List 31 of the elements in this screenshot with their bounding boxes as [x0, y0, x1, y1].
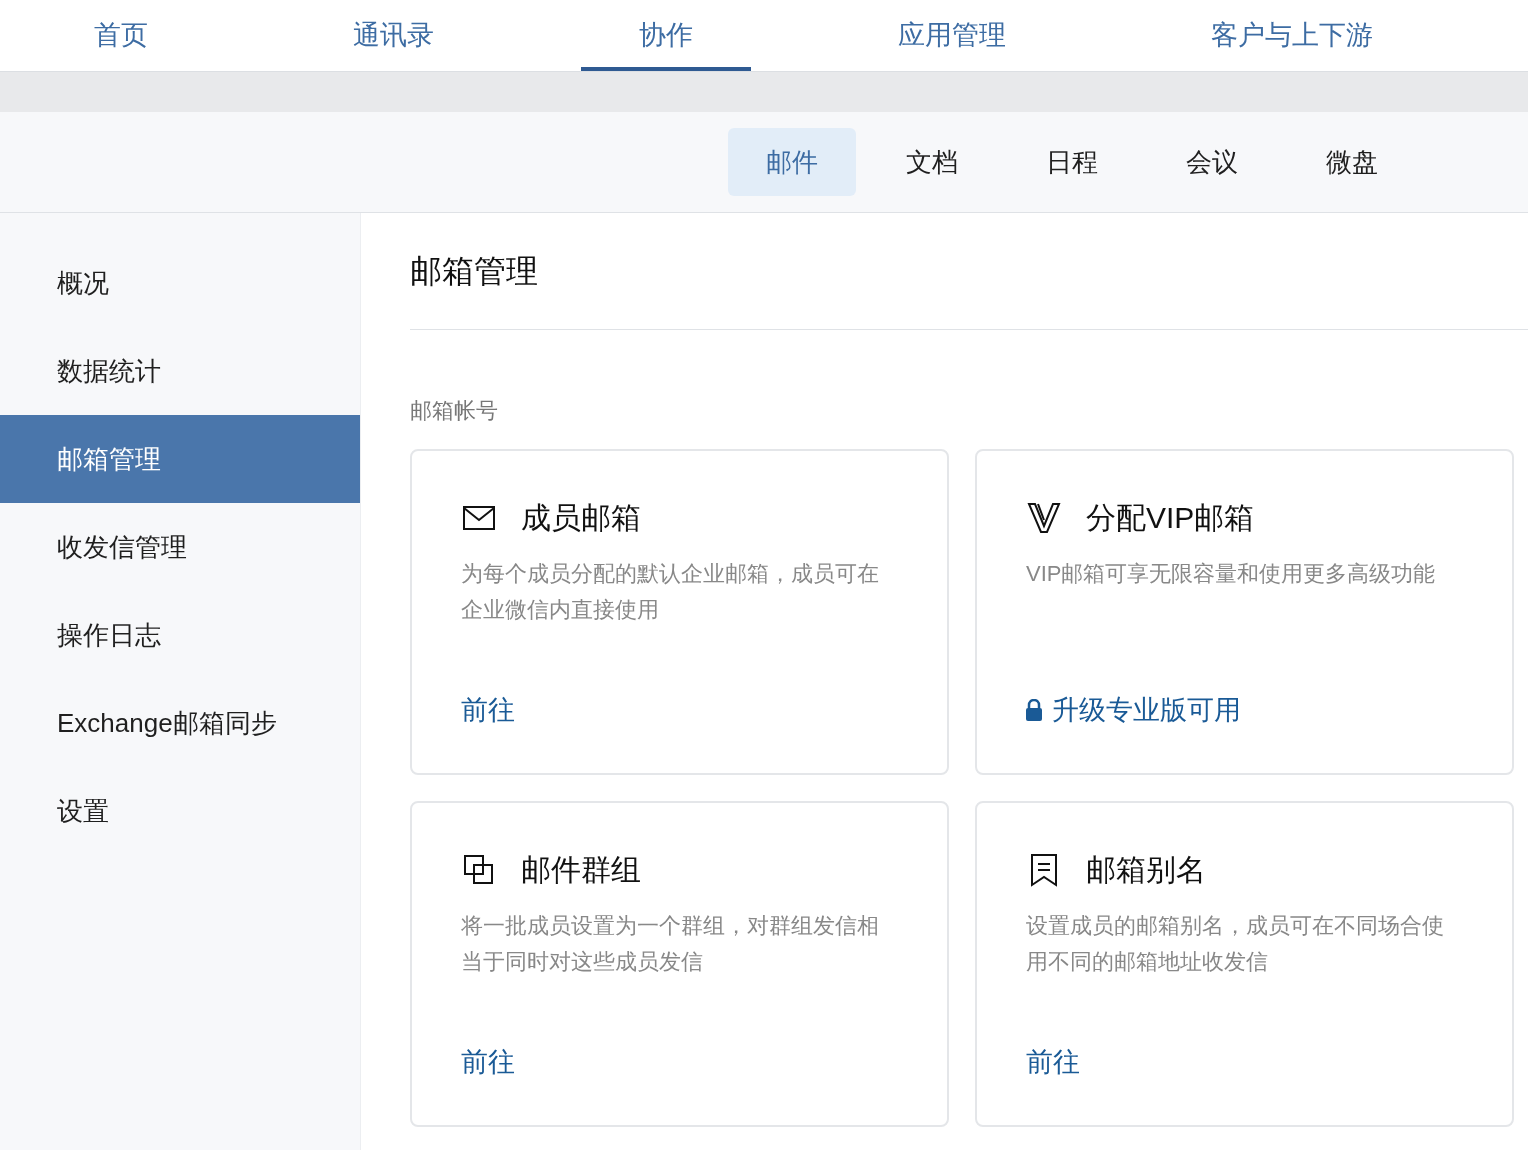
card-description: VIP邮箱可享无限容量和使用更多高级功能 — [1026, 560, 1437, 588]
sidebar-item[interactable]: 邮箱管理 — [0, 415, 360, 503]
sub-nav-tab[interactable]: 会议 — [1148, 128, 1276, 196]
sub-nav-tab[interactable]: 邮件 — [728, 128, 856, 196]
card-link[interactable]: 前往 — [1026, 1042, 1080, 1083]
card-title: 成员邮箱 — [521, 500, 641, 536]
sidebar-item[interactable]: 数据统计 — [0, 327, 360, 415]
lock-icon — [1026, 699, 1042, 722]
page-title: 邮箱管理 — [410, 252, 539, 291]
top-nav-tab[interactable]: 首页 — [36, 0, 206, 71]
sidebar-item[interactable]: 概况 — [0, 239, 360, 327]
card-link[interactable]: 升级专业版可用 — [1026, 690, 1241, 731]
top-nav-tab[interactable]: 应用管理 — [840, 0, 1064, 71]
section-label: 邮箱帐号 — [410, 397, 499, 425]
sub-nav-tab[interactable]: 微盘 — [1288, 128, 1416, 196]
card-description: 为每个成员分配的默认企业邮箱，成员可在企业微信内直接使用 — [461, 560, 880, 624]
sub-nav-tab[interactable]: 文档 — [868, 128, 996, 196]
card-link[interactable]: 前往 — [461, 1042, 515, 1083]
sidebar-item[interactable]: 操作日志 — [0, 591, 360, 679]
card-title: 分配VIP邮箱 — [1086, 500, 1255, 536]
card-title: 邮箱别名 — [1086, 852, 1206, 888]
sub-nav-tab[interactable]: 日程 — [1008, 128, 1136, 196]
top-nav-tab[interactable]: 客户与上下游 — [1153, 0, 1431, 71]
sidebar-item[interactable]: Exchange邮箱同步 — [0, 679, 360, 767]
sidebar-item[interactable]: 设置 — [0, 767, 360, 855]
card-description: 设置成员的邮箱别名，成员可在不同场合使用不同的邮箱地址收发信 — [1026, 912, 1445, 976]
card-title: 邮件群组 — [521, 852, 641, 888]
sidebar-item[interactable]: 收发信管理 — [0, 503, 360, 591]
card-description: 将一批成员设置为一个群组，对群组发信相当于同时对这些成员发信 — [461, 912, 880, 976]
card-link[interactable]: 前往 — [461, 690, 515, 731]
top-nav-tab[interactable]: 通讯录 — [295, 0, 492, 71]
